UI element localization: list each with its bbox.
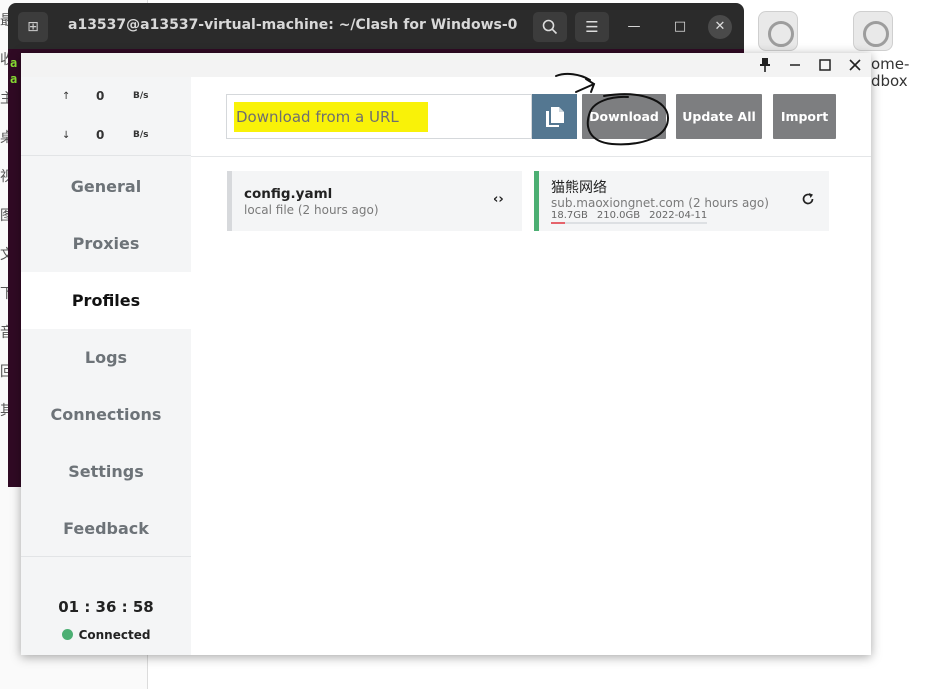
- pin-icon[interactable]: [750, 53, 780, 77]
- code-icon[interactable]: ‹›: [493, 192, 504, 207]
- nav-general[interactable]: General: [21, 158, 191, 215]
- profile-name: config.yaml: [244, 186, 333, 202]
- nav-connections[interactable]: Connections: [21, 386, 191, 443]
- upload-value: 0: [96, 89, 105, 103]
- copy-icon: [545, 106, 564, 127]
- profile-subtitle: local file (2 hours ago): [244, 203, 379, 217]
- divider: [21, 155, 191, 156]
- desktop-gear-icon[interactable]: [853, 11, 893, 51]
- refresh-icon[interactable]: [801, 192, 815, 210]
- connection-status: Connected: [21, 628, 191, 642]
- status-dot-icon: [61, 629, 73, 640]
- minimize-icon[interactable]: [780, 53, 810, 77]
- close-icon[interactable]: [840, 53, 870, 77]
- minimize-icon[interactable]: —: [622, 15, 646, 39]
- paste-button[interactable]: [532, 94, 577, 139]
- download-value: 0: [96, 128, 105, 142]
- hamburger-menu-icon[interactable]: ☰: [575, 12, 609, 42]
- download-arrow-icon: ↓: [62, 130, 71, 141]
- url-input[interactable]: [236, 102, 526, 132]
- upload-unit: B/s: [133, 91, 149, 101]
- nav-profiles[interactable]: Profiles: [21, 272, 191, 329]
- divider: [191, 156, 871, 157]
- terminal-title: a13537@a13537-virtual-machine: ~/Clash f…: [68, 17, 518, 33]
- profile-card-maoxiong[interactable]: 猫熊网络 sub.maoxiongnet.com (2 hours ago) 1…: [534, 171, 829, 231]
- usage-bar-fill: [551, 222, 565, 224]
- divider: [21, 556, 191, 557]
- usage-bar: [551, 222, 707, 224]
- upload-arrow-icon: ↑: [62, 91, 71, 102]
- import-button[interactable]: Import: [773, 94, 836, 139]
- desktop-icon-label: dbox: [871, 72, 908, 90]
- desktop-icon-label: ome-: [871, 55, 910, 73]
- profile-card-config[interactable]: config.yaml local file (2 hours ago) ‹›: [227, 171, 522, 231]
- window-titlebar[interactable]: [21, 53, 871, 77]
- profile-used: 18.7GB: [551, 210, 588, 221]
- status-label: Connected: [78, 628, 151, 642]
- profile-indicator-active: [534, 171, 539, 231]
- close-icon[interactable]: ✕: [708, 15, 732, 39]
- clash-window: ↑ 0 B/s ↓ 0 B/s General Proxies Profiles…: [21, 53, 871, 655]
- update-all-button[interactable]: Update All: [676, 94, 762, 139]
- nav-proxies[interactable]: Proxies: [21, 215, 191, 272]
- sidebar: ↑ 0 B/s ↓ 0 B/s General Proxies Profiles…: [21, 77, 191, 655]
- new-tab-icon[interactable]: ⊞: [18, 12, 48, 42]
- url-field[interactable]: [226, 94, 532, 139]
- download-speed: ↓ 0 B/s: [21, 127, 191, 147]
- profile-total: 210.0GB: [596, 210, 641, 221]
- profile-indicator: [227, 171, 232, 231]
- upload-speed: ↑ 0 B/s: [21, 88, 191, 108]
- maximize-icon[interactable]: [810, 53, 840, 77]
- profiles-page: Download Update All Import config.yaml l…: [191, 77, 871, 655]
- uptime-clock: 01 : 36 : 58: [58, 598, 154, 616]
- profile-name: 猫熊网络: [551, 180, 607, 196]
- maximize-icon[interactable]: □: [668, 15, 692, 39]
- download-unit: B/s: [133, 130, 149, 140]
- terminal-text: a a: [10, 56, 18, 86]
- profile-subtitle: sub.maoxiongnet.com (2 hours ago): [551, 196, 769, 210]
- desktop-gear-icon[interactable]: [758, 11, 798, 51]
- search-icon[interactable]: [533, 12, 567, 42]
- profile-expire: 2022-04-11: [649, 210, 708, 221]
- nav-logs[interactable]: Logs: [21, 329, 191, 386]
- nav-settings[interactable]: Settings: [21, 443, 191, 500]
- download-button[interactable]: Download: [582, 94, 666, 139]
- profile-usage-meta: 18.7GB 210.0GB 2022-04-11: [551, 210, 716, 221]
- nav-feedback[interactable]: Feedback: [21, 500, 191, 557]
